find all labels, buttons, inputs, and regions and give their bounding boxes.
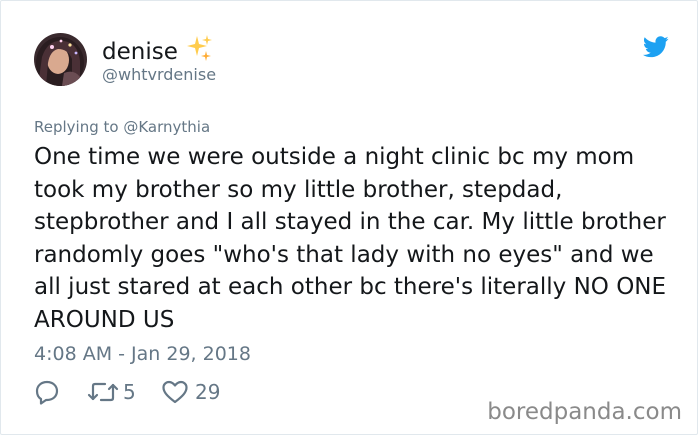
display-name[interactable]: denise — [102, 34, 214, 68]
like-count: 29 — [195, 380, 221, 404]
replying-to[interactable]: Replying to @Karnythia — [34, 118, 210, 136]
tweet-text: One time we were outside a night clinic … — [34, 144, 667, 333]
twitter-bird-icon[interactable] — [642, 36, 669, 58]
sparkles-icon — [186, 34, 214, 68]
like-button[interactable]: 29 — [161, 379, 220, 405]
tweet-timestamp[interactable]: 4:08 AM - Jan 29, 2018 — [34, 343, 251, 365]
watermark: boredpanda.com — [487, 399, 682, 425]
heart-icon — [161, 379, 189, 405]
avatar-image — [34, 33, 87, 86]
display-name-text: denise — [102, 39, 178, 65]
retweet-count: 5 — [123, 380, 136, 404]
retweet-icon — [86, 379, 120, 405]
avatar[interactable] — [34, 33, 87, 86]
reply-bubble-icon — [34, 379, 60, 405]
retweet-button[interactable]: 5 — [86, 379, 136, 405]
reply-button[interactable] — [34, 379, 60, 405]
user-handle[interactable]: @whtvrdenise — [102, 65, 216, 84]
tweet-card: denise @whtvrdenise Replying to @Karnyth… — [0, 0, 698, 435]
